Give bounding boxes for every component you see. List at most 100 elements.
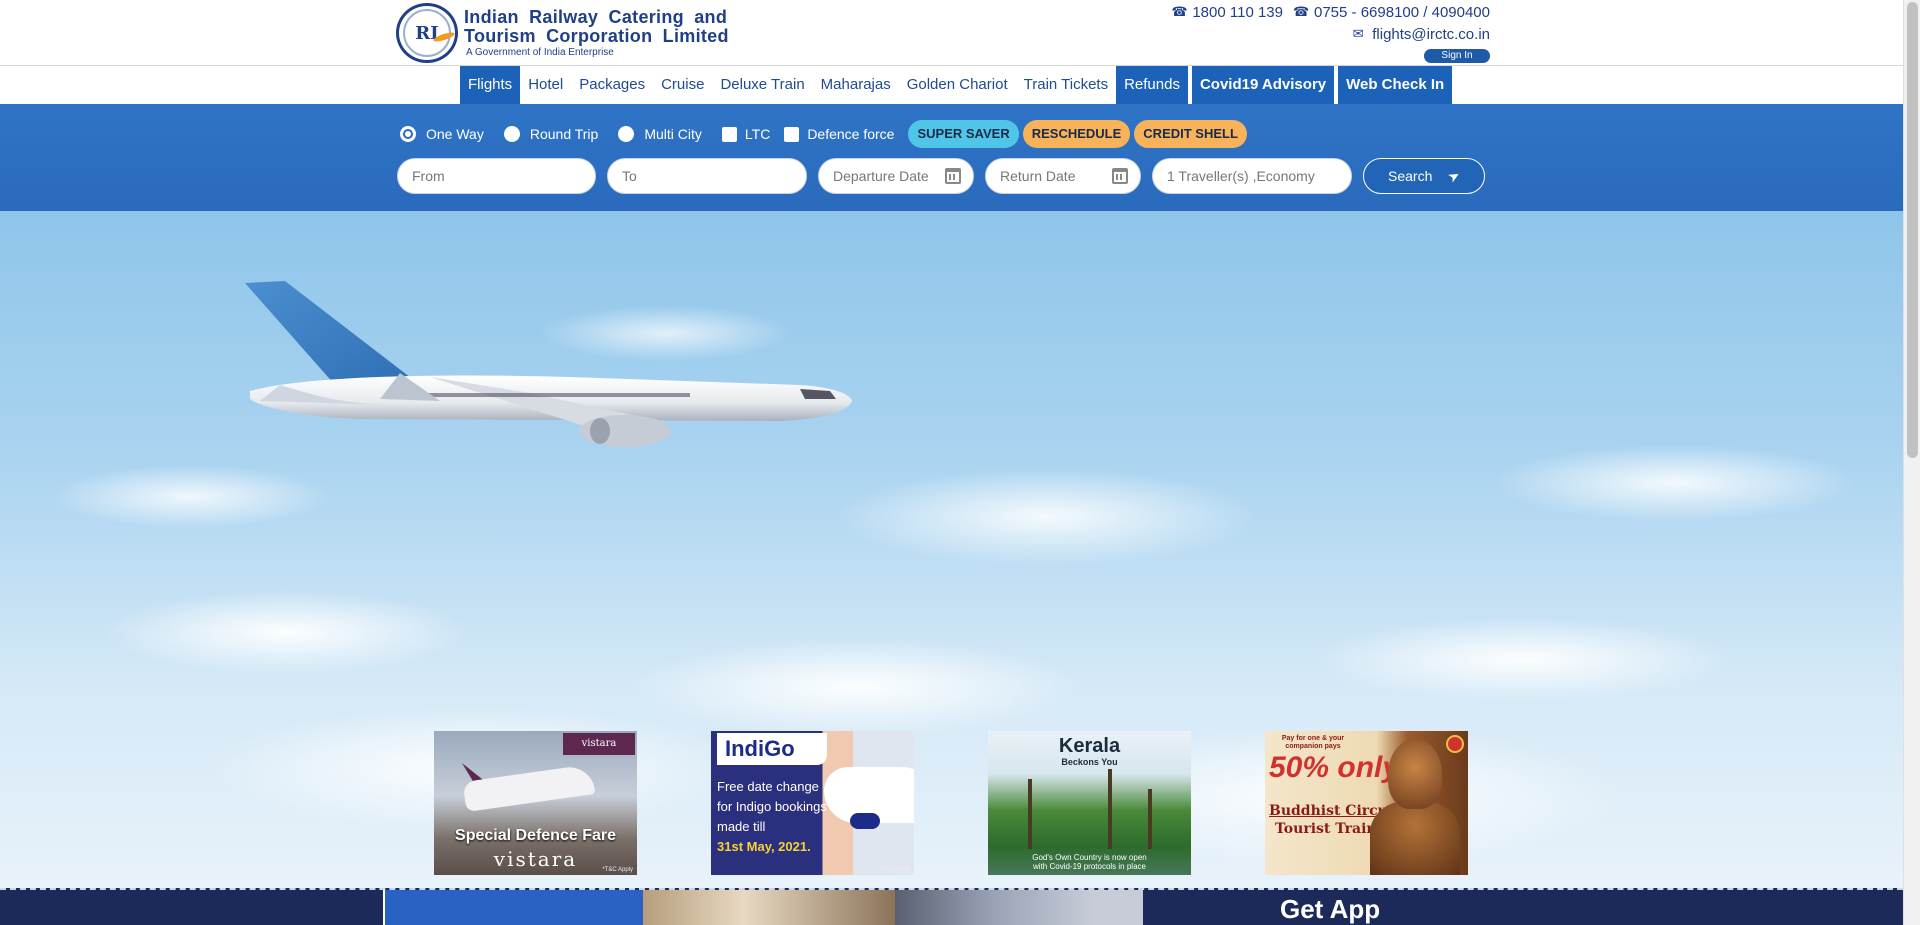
trip-type-options: One Way Round Trip Multi City LTC Defenc… bbox=[400, 120, 1251, 148]
super-saver-pill[interactable]: SUPER SAVER bbox=[908, 120, 1019, 148]
promo-banners: vistara Special Defence Fare vistara *T&… bbox=[434, 731, 1468, 875]
promo-kerala-tourism[interactable]: Kerala Beckons You God's Own Country is … bbox=[988, 731, 1191, 875]
flight-search-panel: One Way Round Trip Multi City LTC Defenc… bbox=[0, 104, 1903, 211]
nav-train-tickets[interactable]: Train Tickets bbox=[1016, 66, 1116, 104]
nav-cruise[interactable]: Cruise bbox=[653, 66, 712, 104]
palm-tree-icon bbox=[1108, 769, 1112, 849]
nav-packages[interactable]: Packages bbox=[571, 66, 653, 104]
defence-force-checkbox[interactable] bbox=[784, 126, 800, 142]
phone-icon: ☎ bbox=[1171, 4, 1188, 19]
nav-golden-chariot[interactable]: Golden Chariot bbox=[899, 66, 1016, 104]
defence-force-option[interactable]: Defence force bbox=[784, 126, 894, 142]
buddha-statue-head bbox=[1388, 739, 1442, 809]
get-app-heading: Get App bbox=[1280, 894, 1381, 924]
phone-number-2: 0755 - 6698100 / 4090400 bbox=[1314, 3, 1490, 21]
palm-tree-icon bbox=[1148, 789, 1152, 849]
contact-info: ☎ 1800 110 139 ☎ 0755 - 6698100 / 409040… bbox=[1171, 2, 1490, 46]
from-input[interactable]: From bbox=[397, 158, 596, 194]
indigo-date: 31st May, 2021. bbox=[717, 839, 811, 854]
to-input[interactable]: To bbox=[607, 158, 807, 194]
indigo-line-1: Free date change bbox=[717, 779, 819, 794]
multi-city-label: Multi City bbox=[644, 126, 702, 142]
vistara-logo: vistara bbox=[563, 733, 635, 755]
bottom-tile-3[interactable] bbox=[895, 890, 1143, 925]
bottom-tile-2[interactable] bbox=[643, 890, 895, 925]
org-name-line2: Tourism Corporation Limited bbox=[464, 26, 729, 46]
indigo-logo: IndiGo bbox=[717, 733, 827, 765]
one-way-label: One Way bbox=[426, 126, 484, 142]
trip-one-way[interactable]: One Way bbox=[400, 126, 484, 142]
calendar-icon[interactable] bbox=[945, 168, 961, 184]
bottom-tile-1[interactable] bbox=[383, 890, 643, 925]
sign-in-button[interactable]: Sign In bbox=[1424, 49, 1490, 63]
nav-flights[interactable]: Flights bbox=[460, 66, 521, 104]
indigo-line-3: made till bbox=[717, 819, 766, 834]
search-fields: From To Departure Date Return Date 1 Tra… bbox=[397, 158, 1485, 194]
kerala-footer: God's Own Country is now open with Covid… bbox=[988, 853, 1191, 871]
irctc-badge-icon bbox=[1446, 735, 1464, 753]
buddha-offer-percent: 50% only bbox=[1269, 751, 1400, 784]
nav-refunds[interactable]: Refunds bbox=[1116, 66, 1188, 104]
mail-icon: ✉ bbox=[1352, 26, 1364, 41]
kerala-title: Kerala bbox=[1058, 735, 1121, 757]
round-trip-label: Round Trip bbox=[529, 126, 599, 142]
indigo-line-2: for Indigo bookings bbox=[717, 799, 827, 814]
return-date-placeholder: Return Date bbox=[1000, 168, 1076, 184]
paper-plane-icon: ➤ bbox=[1445, 166, 1464, 186]
vistara-plane bbox=[462, 764, 596, 812]
hero-banner: vistara Special Defence Fare vistara *T&… bbox=[0, 211, 1903, 891]
org-name-line1: Indian Railway Catering and bbox=[464, 7, 728, 27]
round-trip-radio[interactable] bbox=[503, 126, 520, 142]
promo-vistara-defence-fare[interactable]: vistara Special Defence Fare vistara *T&… bbox=[434, 731, 637, 875]
nav-deluxe-train[interactable]: Deluxe Train bbox=[712, 66, 812, 104]
irctc-emblem-icon: RI bbox=[396, 3, 458, 63]
search-button[interactable]: Search ➤ bbox=[1363, 158, 1485, 194]
buddha-offer-intro: Pay for one & your companion pays bbox=[1281, 735, 1345, 750]
ltc-option[interactable]: LTC bbox=[721, 126, 771, 142]
nav-web-check-in[interactable]: Web Check In bbox=[1338, 66, 1453, 104]
multi-city-radio[interactable] bbox=[618, 126, 635, 142]
bottom-section: Get App bbox=[0, 888, 1903, 925]
trip-round-trip[interactable]: Round Trip bbox=[503, 126, 599, 142]
promo-buddhist-circuit[interactable]: Pay for one & your companion pays 50% on… bbox=[1265, 731, 1468, 875]
kerala-subtitle: Beckons You bbox=[1061, 757, 1118, 767]
nav-covid19-advisory[interactable]: Covid19 Advisory bbox=[1191, 66, 1335, 104]
terms-note: *T&C Apply bbox=[879, 867, 910, 873]
main-nav: Flights Hotel Packages Cruise Deluxe Tra… bbox=[0, 66, 1903, 104]
indigo-engine bbox=[850, 813, 880, 829]
ltc-label: LTC bbox=[744, 126, 771, 142]
search-button-label: Search bbox=[1388, 168, 1433, 184]
reschedule-pill[interactable]: RESCHEDULE bbox=[1022, 120, 1131, 148]
promo-indigo-date-change[interactable]: IndiGo Free date change for Indigo booki… bbox=[711, 731, 914, 875]
nav-maharajas[interactable]: Maharajas bbox=[813, 66, 899, 104]
buddha-line-2: Tourist Train bbox=[1275, 821, 1377, 837]
top-header: RI Indian Railway Catering and Tourism C… bbox=[0, 0, 1903, 66]
buddha-statue-body bbox=[1370, 801, 1460, 875]
one-way-radio[interactable] bbox=[400, 126, 416, 142]
phone-icon: ☎ bbox=[1293, 4, 1310, 19]
credit-shell-pill[interactable]: CREDIT SHELL bbox=[1134, 120, 1247, 148]
terms-note: *T&C Apply bbox=[602, 867, 633, 873]
departure-date-placeholder: Departure Date bbox=[833, 168, 929, 184]
scrollbar-thumb[interactable] bbox=[1907, 2, 1918, 458]
contact-email[interactable]: flights@irctc.co.in bbox=[1372, 26, 1490, 43]
kerala-foot-2: with Covid-19 protocols in place bbox=[1033, 862, 1146, 871]
org-subtitle: A Government of India Enterprise bbox=[466, 47, 614, 58]
airplane-illustration bbox=[245, 281, 852, 447]
phone-number-1: 1800 110 139 bbox=[1192, 3, 1283, 21]
vistara-promo-title: Special Defence Fare bbox=[455, 827, 616, 844]
nav-hotel[interactable]: Hotel bbox=[520, 66, 571, 104]
logo-text: Indian Railway Catering and Tourism Corp… bbox=[464, 8, 729, 58]
calendar-icon[interactable] bbox=[1112, 168, 1128, 184]
page-scrollbar[interactable] bbox=[1903, 0, 1920, 925]
defence-force-label: Defence force bbox=[807, 126, 895, 142]
departure-date-input[interactable]: Departure Date bbox=[818, 158, 974, 194]
indigo-promo-text: Free date change for Indigo bookings mad… bbox=[717, 777, 827, 857]
travellers-class-input[interactable]: 1 Traveller(s) ,Economy bbox=[1152, 158, 1352, 194]
ltc-checkbox[interactable] bbox=[721, 126, 737, 142]
kerala-foot-1: God's Own Country is now open bbox=[1032, 853, 1147, 862]
palm-tree-icon bbox=[1028, 779, 1032, 849]
return-date-input[interactable]: Return Date bbox=[985, 158, 1141, 194]
trip-multi-city[interactable]: Multi City bbox=[618, 126, 702, 142]
irctc-logo[interactable]: RI Indian Railway Catering and Tourism C… bbox=[396, 3, 729, 63]
